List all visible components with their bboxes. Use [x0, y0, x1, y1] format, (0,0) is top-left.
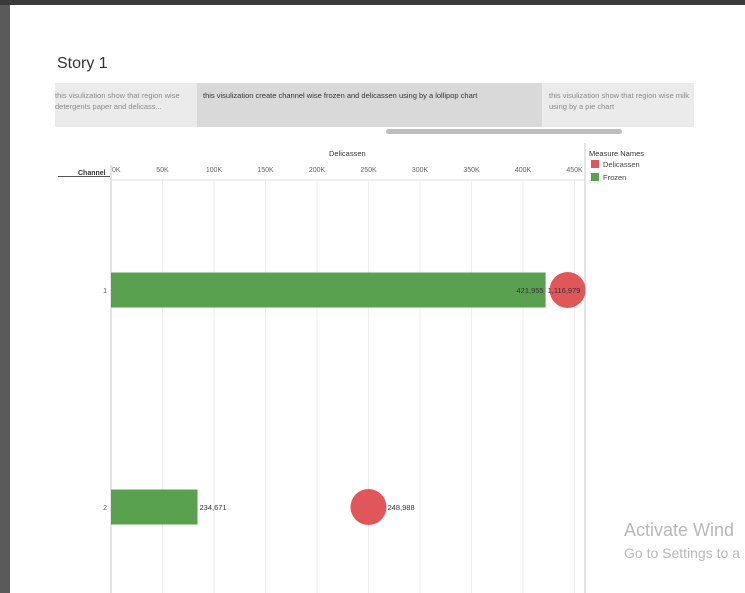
x-tick-label-200K: 200K — [309, 167, 326, 174]
frozen-bar-channel-2 — [111, 489, 198, 525]
x-tick-label-250K: 250K — [360, 167, 377, 174]
row-label-2: 2 — [103, 505, 107, 512]
lollipop-chart: 0K 50K 100K 150K 200K 250K 300K 350K 400K 450K 1 42… — [103, 143, 586, 593]
x-tick-label-450K: 450K — [566, 167, 583, 174]
row-label-1: 1 — [103, 288, 107, 295]
frozen-bar-channel-1 — [111, 272, 546, 308]
delicassen-value-label-channel-1: 1,116,979 — [548, 286, 581, 295]
delicassen-circle-channel-2 — [350, 489, 387, 525]
x-tick-label-300K: 300K — [412, 167, 429, 174]
frozen-value-label-channel-2: 234,671 — [200, 503, 227, 512]
x-tick-label-150K: 150K — [257, 167, 274, 174]
windows-activation-watermark: Activate Wind — [624, 520, 735, 540]
x-tick-label-50K: 50K — [156, 167, 169, 174]
x-tick-label-400K: 400K — [515, 167, 532, 174]
x-tick-label-0K: 0K — [112, 167, 121, 174]
story-page: Story 1 this visulization show that regi… — [10, 5, 745, 593]
x-tick-label-100K: 100K — [206, 167, 223, 174]
windows-activation-hint: Go to Settings to a — [624, 545, 740, 561]
frozen-value-label-channel-1: 421,955 — [516, 286, 543, 295]
delicassen-value-label-channel-2: 248,988 — [388, 503, 415, 512]
x-tick-label-350K: 350K — [463, 167, 480, 174]
